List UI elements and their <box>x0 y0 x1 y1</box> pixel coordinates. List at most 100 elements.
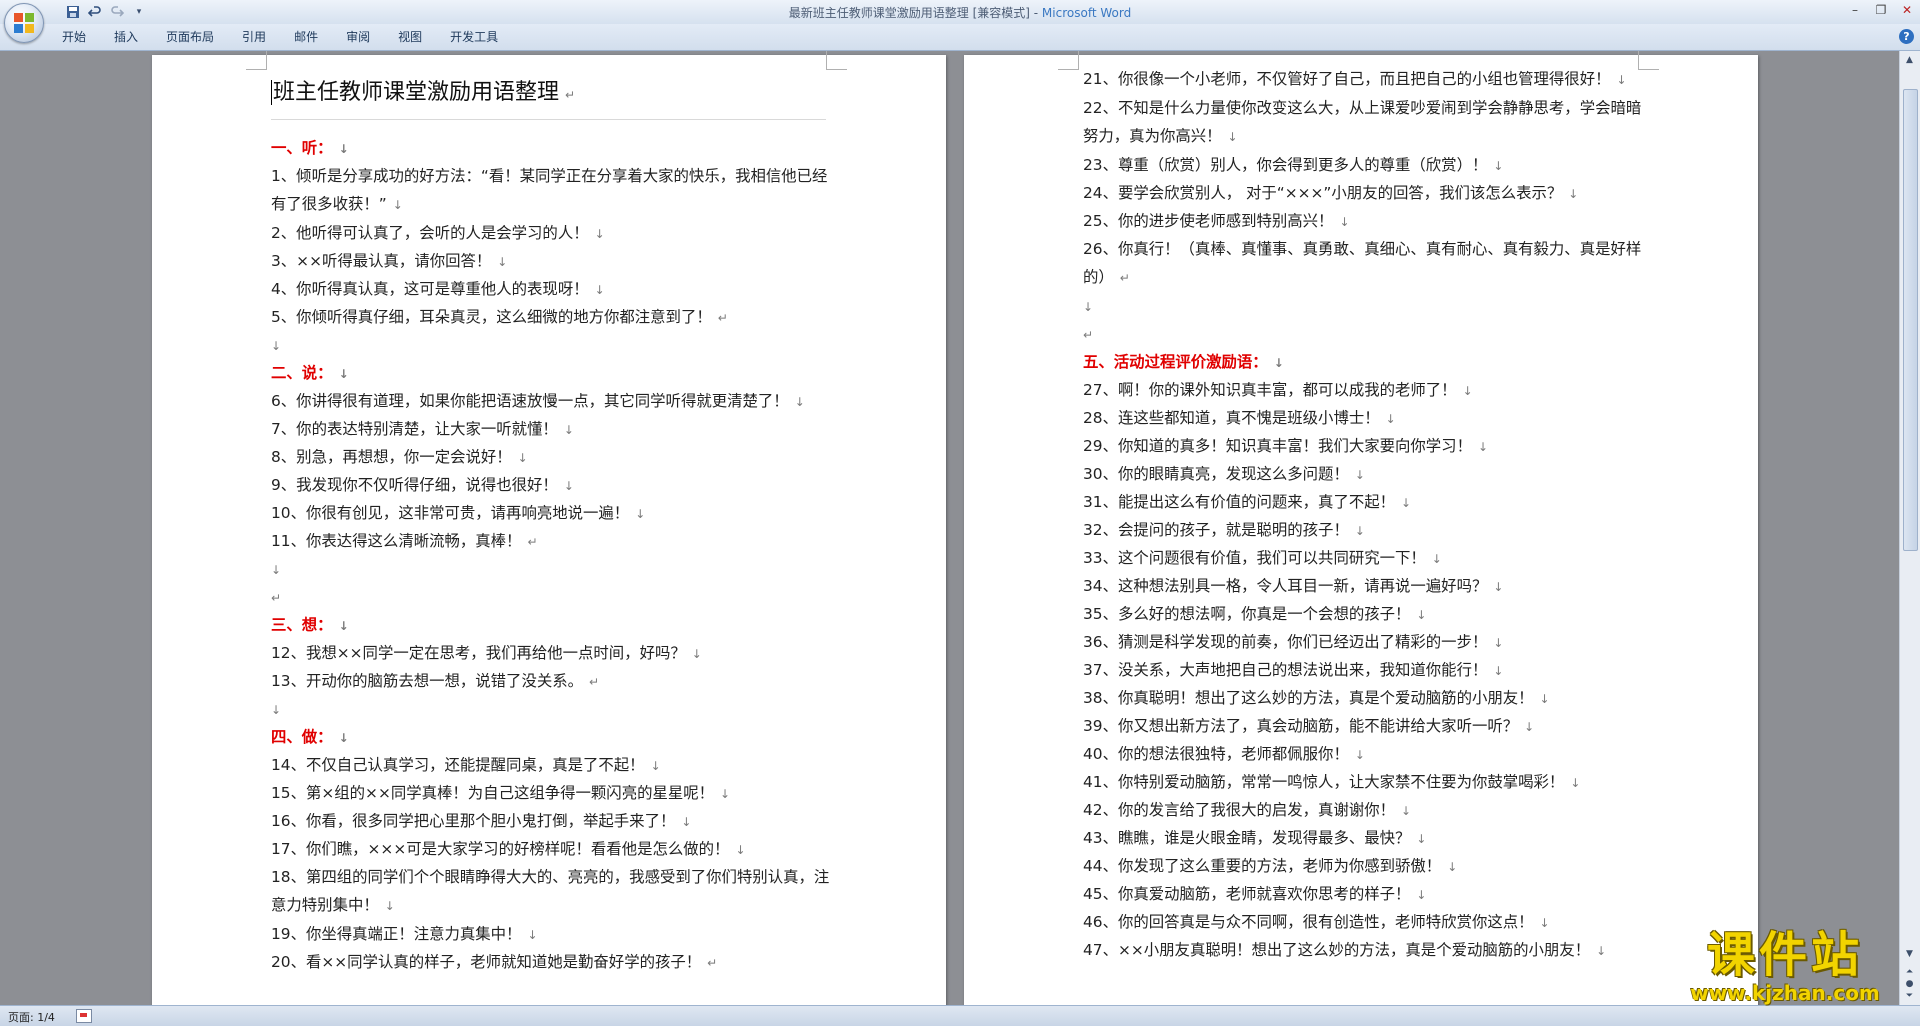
title-bar: ▾ 最新班主任教师课堂激励用语整理 [兼容模式] - Microsoft Wor… <box>0 0 1920 25</box>
paragraph-mark: ↓ <box>594 227 605 241</box>
close-icon[interactable]: ✕ <box>1894 0 1920 20</box>
vertical-scrollbar[interactable]: ▲ ▼ ⏶ ● ⏷ <box>1899 51 1920 1005</box>
help-icon[interactable]: ? <box>1899 29 1914 44</box>
ribbon-tab[interactable]: 开发工具 <box>436 29 512 45</box>
paragraph-text: 19、你坐得真端正！注意力真集中！ <box>271 925 522 943</box>
paragraph: 5、你倾听得真仔细，耳朵真灵，这么细微的地方你都注意到了！ ↵ <box>271 303 831 331</box>
proofing-icon[interactable] <box>76 1009 92 1023</box>
paragraph-text: 33、这个问题很有价值，我们可以共同研究一下！ <box>1083 549 1426 567</box>
paragraph: 10、你很有创见，这非常可贵，请再响亮地说一遍！ ↓ <box>271 499 831 527</box>
paragraph-mark: ↓ <box>1416 832 1427 846</box>
paragraph: 23、尊重（欣赏）别人，你会得到更多人的尊重（欣赏）！ ↓ <box>1083 151 1653 179</box>
paragraph: 6、你讲得很有道理，如果你能把语速放慢一点，其它同学听得就更清楚了！ ↓ <box>271 387 831 415</box>
paragraph-mark: ↓ <box>1401 804 1412 818</box>
paragraph-mark: ↓ <box>392 198 403 212</box>
paragraph-text: 16、你看，很多同学把心里那个胆小鬼打倒，举起手来了！ <box>271 812 676 830</box>
paragraph-text: 5、你倾听得真仔细，耳朵真灵，这么细微的地方你都注意到了！ <box>271 308 712 326</box>
paragraph-text: 20、看××同学认真的样子，老师就知道她是勤奋好学的孩子！ <box>271 953 702 971</box>
minimize-icon[interactable]: – <box>1842 0 1868 20</box>
paragraph-mark: ↓ <box>650 759 661 773</box>
paragraph-text: 15、第×组的××同学真棒！为自己这组争得一颗闪亮的星星呢！ <box>271 784 715 802</box>
scroll-thumb[interactable] <box>1903 89 1918 551</box>
paragraph-text: 8、别急，再想想，你一定会说好！ <box>271 448 512 466</box>
paragraph: 11、你表达得这么清晰流畅，真棒！ ↵ <box>271 527 831 555</box>
paragraph: 3、××听得最认真，请你回答！ ↓ <box>271 247 831 275</box>
ribbon-tab[interactable]: 插入 <box>100 29 152 45</box>
page-2[interactable]: 21、你很像一个小老师，不仅管好了自己，而且把自己的小组也管理得很好！ ↓ 22、不… <box>964 51 1758 1005</box>
paragraph-mark: ↓ <box>1083 300 1094 314</box>
paragraph-mark: ↓ <box>681 815 692 829</box>
paragraph-mark: ↵ <box>589 675 600 689</box>
paragraph-text: 22、不知是什么力量使你改变这么大，从上课爱吵爱闹到学会静静思考，学会暗暗努力，… <box>1083 99 1642 145</box>
paragraph-text: 30、你的眼睛真亮，发现这么多问题！ <box>1083 465 1349 483</box>
office-logo-icon <box>14 13 34 33</box>
ribbon-tab[interactable]: 页面布局 <box>152 29 228 45</box>
paragraph-mark: ↓ <box>271 339 282 353</box>
paragraph-text: 一、听： <box>271 139 333 157</box>
app-name: Microsoft Word <box>1041 6 1132 20</box>
paragraph-text: 28、连这些都知道，真不愧是班级小博士！ <box>1083 409 1380 427</box>
ribbon-tab[interactable]: 引用 <box>228 29 280 45</box>
paragraph-text: 34、这种想法别具一格，令人耳目一新，请再说一遍好吗？ <box>1083 577 1488 595</box>
paragraph: 7、你的表达特别清楚，让大家一听就懂！ ↓ <box>271 415 831 443</box>
paragraph-mark: ↓ <box>1493 636 1504 650</box>
page-counter[interactable]: 页面: 1/4 <box>8 1009 55 1025</box>
ribbon-tab[interactable]: 邮件 <box>280 29 332 45</box>
paragraph: 28、连这些都知道，真不愧是班级小博士！ ↓ <box>1083 404 1653 432</box>
ribbon-tab[interactable]: 视图 <box>384 29 436 45</box>
paragraph: 39、你又想出新方法了，真会动脑筋，能不能讲给大家听一听？ ↓ <box>1083 712 1653 740</box>
paragraph-text: 2、他听得可认真了，会听的人是会学习的人！ <box>271 224 589 242</box>
scroll-down-icon[interactable]: ▼ <box>1902 947 1917 961</box>
paragraph-mark: ↓ <box>1570 776 1581 790</box>
paragraph-mark: ↓ <box>720 787 731 801</box>
ribbon-tab[interactable]: 开始 <box>48 29 100 45</box>
paragraph-text: 21、你很像一个小老师，不仅管好了自己，而且把自己的小组也管理得很好！ <box>1083 70 1611 88</box>
scroll-up-icon[interactable]: ▲ <box>1902 53 1917 67</box>
paragraph-mark: ↓ <box>497 255 508 269</box>
paragraph: 21、你很像一个小老师，不仅管好了自己，而且把自己的小组也管理得很好！ ↓ <box>1083 65 1653 94</box>
document-title: 班主任教师课堂激励用语整理 ↵ <box>271 80 576 105</box>
paragraph-mark: ↓ <box>635 507 646 521</box>
document-area: 班主任教师课堂激励用语整理 ↵ 一、听： ↓ 1、倾听是分享成功的好方法：“看！某同学… <box>0 51 1900 1005</box>
paragraph-text: 44、你发现了这么重要的方法，老师为你感到骄傲！ <box>1083 857 1442 875</box>
paragraph-mark: ↓ <box>338 619 349 633</box>
paragraph-text: 18、第四组的同学们个个眼睛睁得大大的、亮亮的，我感受到了你们特别认真，注意力特… <box>271 868 830 914</box>
paragraph-text: 13、开动你的脑筋去想一想，说错了没关系。 <box>271 672 584 690</box>
paragraph-text: 二、说： <box>271 364 333 382</box>
paragraph: 43、瞧瞧，谁是火眼金睛，发现得最多、最快？ ↓ <box>1083 824 1653 852</box>
paragraph-text: 46、你的回答真是与众不同啊，很有创造性，老师特欣赏你这点！ <box>1083 913 1534 931</box>
paragraph-text: 43、瞧瞧，谁是火眼金睛，发现得最多、最快？ <box>1083 829 1411 847</box>
paragraph-mark: ↓ <box>691 647 702 661</box>
paragraph-text: 三、想： <box>271 616 333 634</box>
empty-paragraph: ↓ <box>271 331 831 359</box>
window-title: 最新班主任教师课堂激励用语整理 [兼容模式] - Microsoft Word <box>0 4 1920 21</box>
next-page-icon[interactable]: ⏷ <box>1902 989 1917 1003</box>
section-heading: 五、活动过程评价激励语： ↓ <box>1083 348 1653 376</box>
empty-paragraph: ↵ <box>271 583 831 611</box>
paragraph: 14、不仅自己认真学习，还能提醒同桌，真是了不起！ ↓ <box>271 751 831 779</box>
paragraph-text: 17、你们瞧，×××可是大家学习的好榜样呢！看看他是怎么做的！ <box>271 840 730 858</box>
paragraph-text: 3、××听得最认真，请你回答！ <box>271 252 492 270</box>
paragraph-mark: ↓ <box>563 479 574 493</box>
restore-icon[interactable]: ❐ <box>1868 0 1894 20</box>
paragraph: 26、你真行！（真棒、真懂事、真勇敢、真细心、真有耐心、真有毅力、真是好样的） ↵ <box>1083 235 1653 292</box>
paragraph-text: 9、我发现你不仅听得仔细，说得也很好！ <box>271 476 558 494</box>
ribbon-tabs: 开始 插入 页面布局 引用 邮件 审阅 视图 开发工具 <box>48 29 512 45</box>
paragraph-mark: ↓ <box>338 731 349 745</box>
ribbon: 开始 插入 页面布局 引用 邮件 审阅 视图 开发工具 ? <box>0 24 1920 51</box>
paragraph: 18、第四组的同学们个个眼睛睁得大大的、亮亮的，我感受到了你们特别认真，注意力特… <box>271 863 831 920</box>
paragraph: 25、你的进步使老师感到特别高兴！ ↓ <box>1083 207 1653 235</box>
page-1[interactable]: 班主任教师课堂激励用语整理 ↵ 一、听： ↓ 1、倾听是分享成功的好方法：“看！某同学… <box>152 51 946 1005</box>
paragraph-text: 4、你听得真认真，这可是尊重他人的表现呀！ <box>271 280 589 298</box>
status-bar: 页面: 1/4 <box>0 1005 1920 1026</box>
paragraph-mark: ↓ <box>1616 73 1627 87</box>
paragraph: 16、你看，很多同学把心里那个胆小鬼打倒，举起手来了！ ↓ <box>271 807 831 835</box>
page-1-body: 一、听： ↓ 1、倾听是分享成功的好方法：“看！某同学正在分享着大家的快乐，我相信他… <box>271 134 831 976</box>
office-button[interactable] <box>4 3 44 43</box>
paragraph-text: 40、你的想法很独特，老师都佩服你！ <box>1083 745 1349 763</box>
paragraph-mark: ↓ <box>1416 608 1427 622</box>
paragraph-mark: ↵ <box>1083 328 1094 342</box>
paragraph-text: 37、没关系，大声地把自己的想法说出来，我知道你能行！ <box>1083 661 1488 679</box>
ribbon-tab[interactable]: 审阅 <box>332 29 384 45</box>
paragraph-mark: ↓ <box>1462 384 1473 398</box>
